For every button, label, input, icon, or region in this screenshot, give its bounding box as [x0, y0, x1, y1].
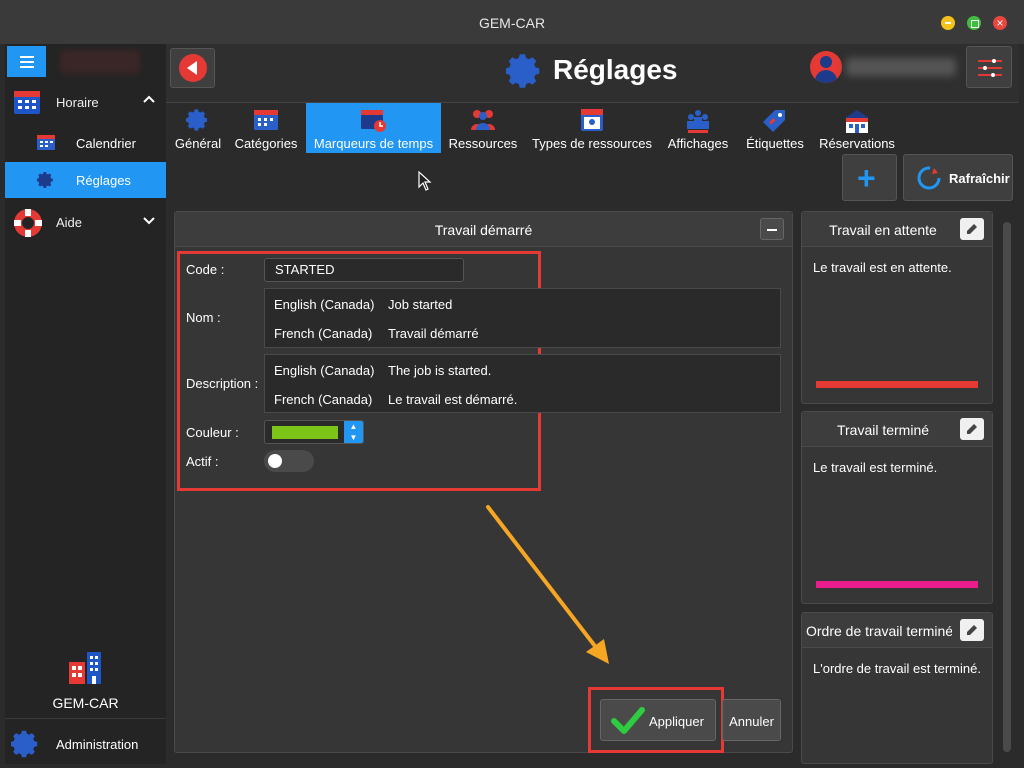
side-card-description: Le travail est terminé.: [813, 460, 938, 475]
side-card-title: Travail en attente: [829, 222, 937, 238]
side-card-header: Travail en attente: [802, 212, 992, 247]
pencil-icon: [965, 623, 979, 640]
side-card-travail-en-attente[interactable]: Travail en attente Le travail est en att…: [801, 211, 993, 404]
cancel-label: Annuler: [729, 714, 774, 729]
apply-button[interactable]: Appliquer: [600, 699, 716, 741]
side-card-title: Travail terminé: [836, 422, 930, 438]
pencil-icon: [965, 422, 979, 439]
side-card-description: Le travail est en attente.: [813, 260, 952, 275]
cancel-button[interactable]: Annuler: [722, 699, 781, 741]
checkmark-icon: [611, 706, 645, 739]
side-card-travail-termine[interactable]: Travail terminé Le travail est terminé.: [801, 411, 993, 604]
side-card-title: Ordre de travail terminé: [806, 623, 952, 639]
color-bar: [816, 381, 978, 388]
side-card-ordre-de-travail-termine[interactable]: Ordre de travail terminé L'ordre de trav…: [801, 612, 993, 764]
edit-button[interactable]: [960, 218, 984, 240]
side-card-header: Travail terminé: [802, 412, 992, 447]
vertical-scrollbar[interactable]: [1003, 222, 1011, 752]
edit-button[interactable]: [960, 418, 984, 440]
side-card-description: L'ordre de travail est terminé.: [813, 661, 981, 676]
color-bar: [816, 581, 978, 588]
apply-label: Appliquer: [649, 714, 704, 729]
pencil-icon: [965, 222, 979, 239]
edit-button[interactable]: [960, 619, 984, 641]
side-card-header: Ordre de travail terminé: [802, 613, 992, 648]
